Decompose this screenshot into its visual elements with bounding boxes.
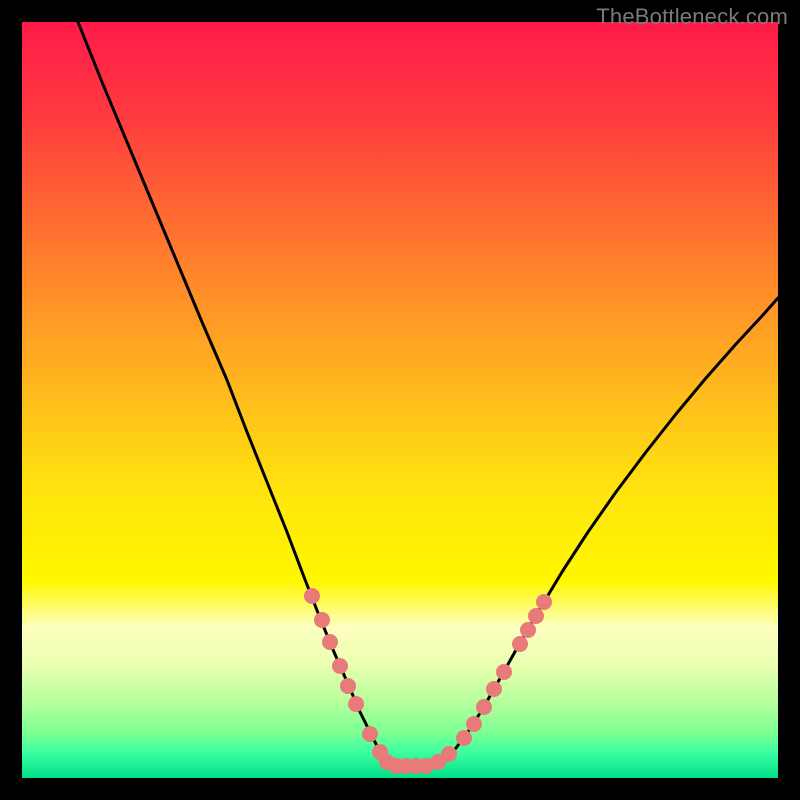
- scatter-point: [528, 608, 544, 624]
- scatter-point: [348, 696, 364, 712]
- plot-area: [22, 22, 778, 778]
- scatter-point: [362, 726, 378, 742]
- scatter-point: [476, 699, 492, 715]
- scatter-point: [496, 664, 512, 680]
- scatter-point: [322, 634, 338, 650]
- bottleneck-chart: [22, 22, 778, 778]
- scatter-point: [520, 622, 536, 638]
- watermark-label: TheBottleneck.com: [596, 4, 788, 30]
- outer-frame: TheBottleneck.com: [0, 0, 800, 800]
- scatter-point: [486, 681, 502, 697]
- scatter-point: [332, 658, 348, 674]
- scatter-point: [441, 746, 457, 762]
- scatter-point: [466, 716, 482, 732]
- scatter-point: [536, 594, 552, 610]
- scatter-point: [456, 730, 472, 746]
- scatter-point: [512, 636, 528, 652]
- scatter-point: [304, 588, 320, 604]
- scatter-point: [340, 678, 356, 694]
- gradient-background: [22, 22, 778, 778]
- scatter-point: [314, 612, 330, 628]
